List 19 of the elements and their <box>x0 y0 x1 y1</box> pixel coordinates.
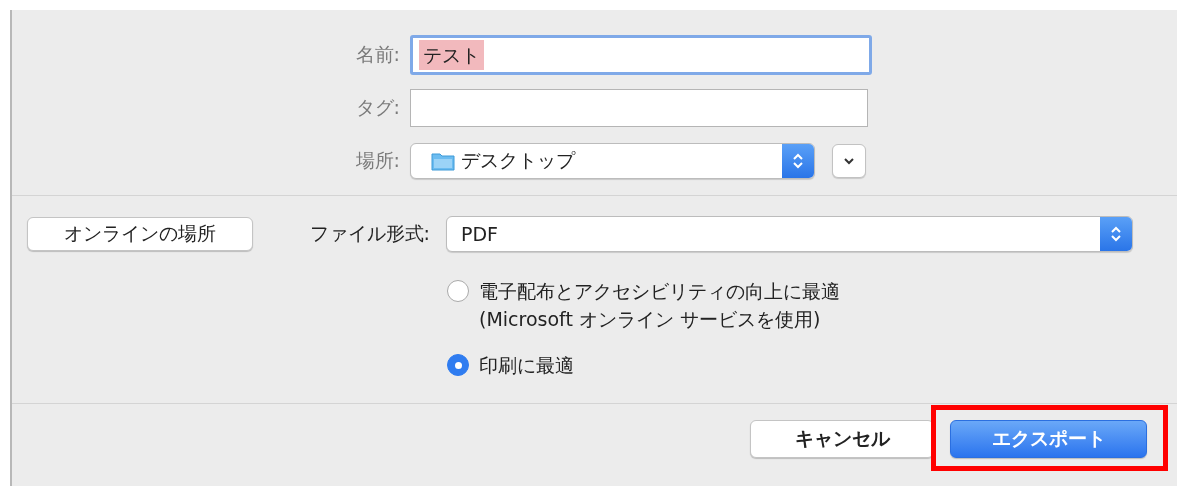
chevron-down-icon <box>843 157 855 165</box>
field-label: 場所: <box>354 148 401 173</box>
file-format-popup[interactable]: PDF <box>446 216 1133 252</box>
online-locations-button[interactable]: オンラインの場所 <box>27 217 253 251</box>
expand-button[interactable] <box>832 144 866 178</box>
input-field[interactable]: テスト <box>410 35 872 75</box>
field-label: ファイル形式: <box>308 221 431 246</box>
option-label: 電子配布とアクセシビリティの向上に最適 (Microsoft オンライン サービスを使用) <box>479 279 840 332</box>
location-popup[interactable]: デスクトップ <box>410 143 815 179</box>
input-field[interactable] <box>410 89 868 127</box>
field-label: 名前: <box>354 42 401 67</box>
radio-button[interactable] <box>447 280 469 302</box>
cancel-button[interactable]: キャンセル <box>750 420 934 458</box>
field-label: タグ: <box>354 95 401 120</box>
radio-button[interactable] <box>447 354 469 376</box>
stepper-icon <box>1100 217 1132 251</box>
option-label: 印刷に最適 <box>479 353 574 378</box>
folder-icon <box>431 151 455 171</box>
stepper-icon <box>782 144 814 178</box>
